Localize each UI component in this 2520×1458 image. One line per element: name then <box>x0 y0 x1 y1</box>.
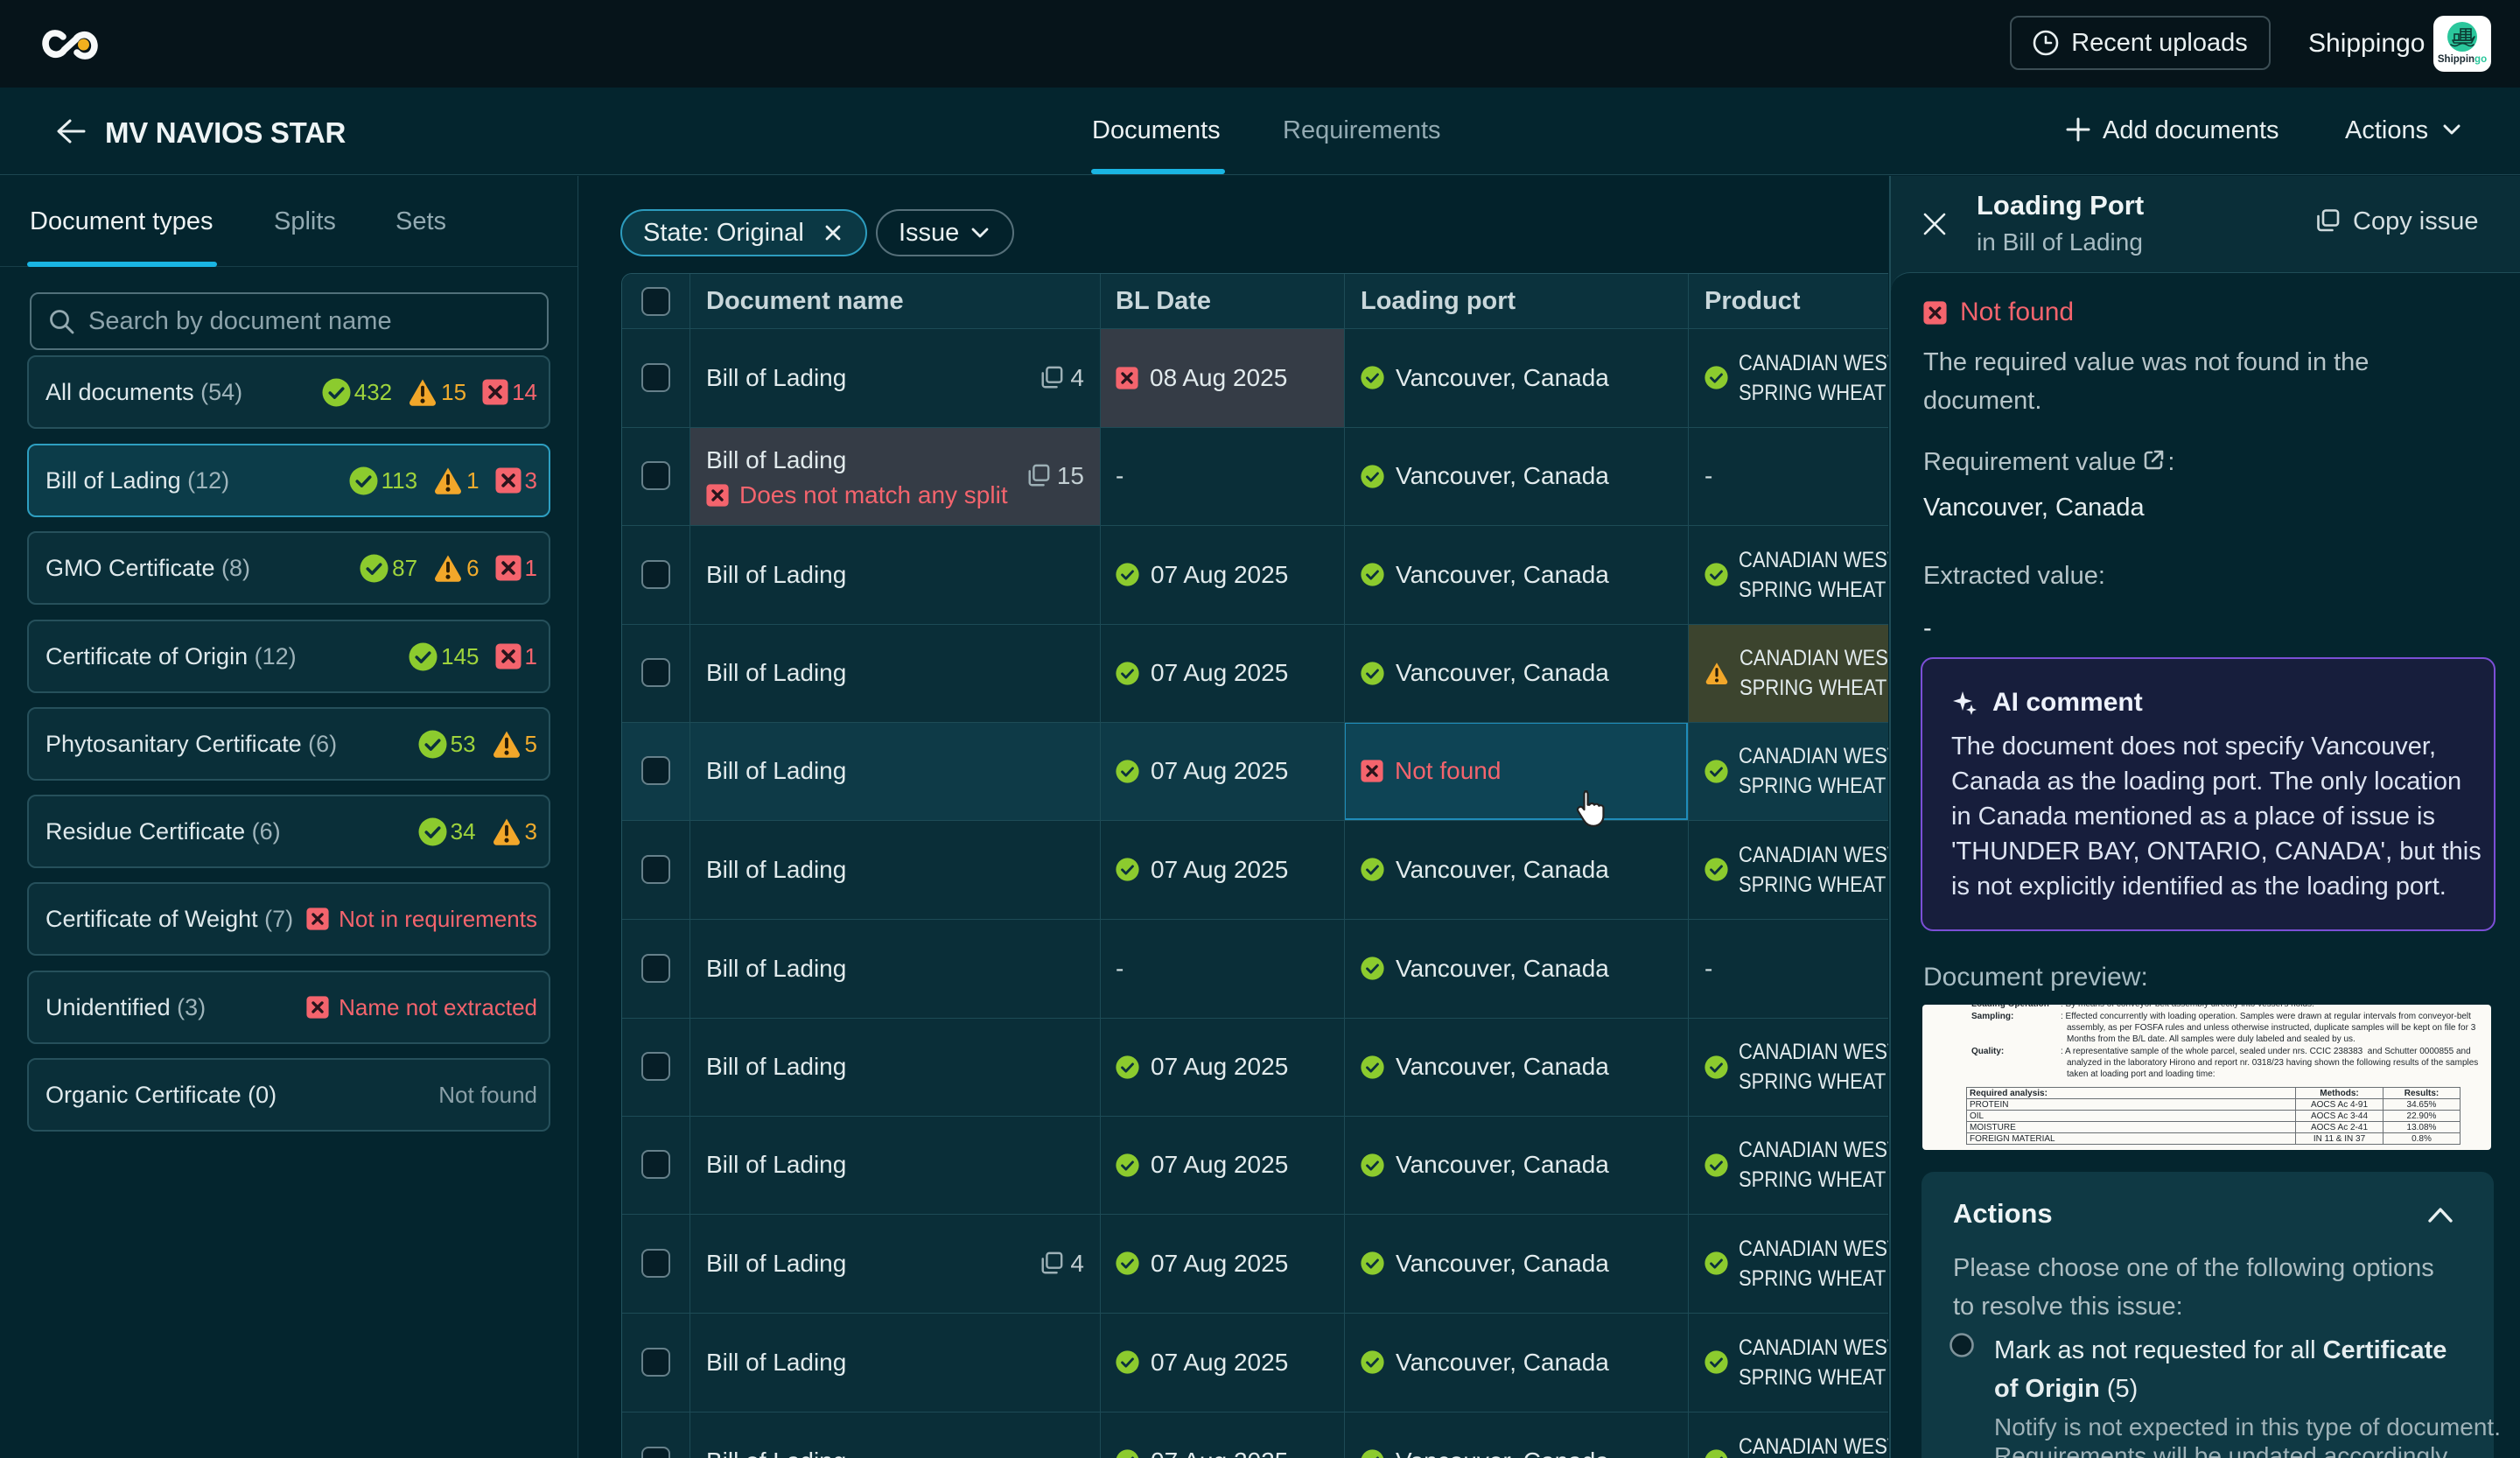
svg-text:Shippingo: Shippingo <box>2438 54 2487 65</box>
